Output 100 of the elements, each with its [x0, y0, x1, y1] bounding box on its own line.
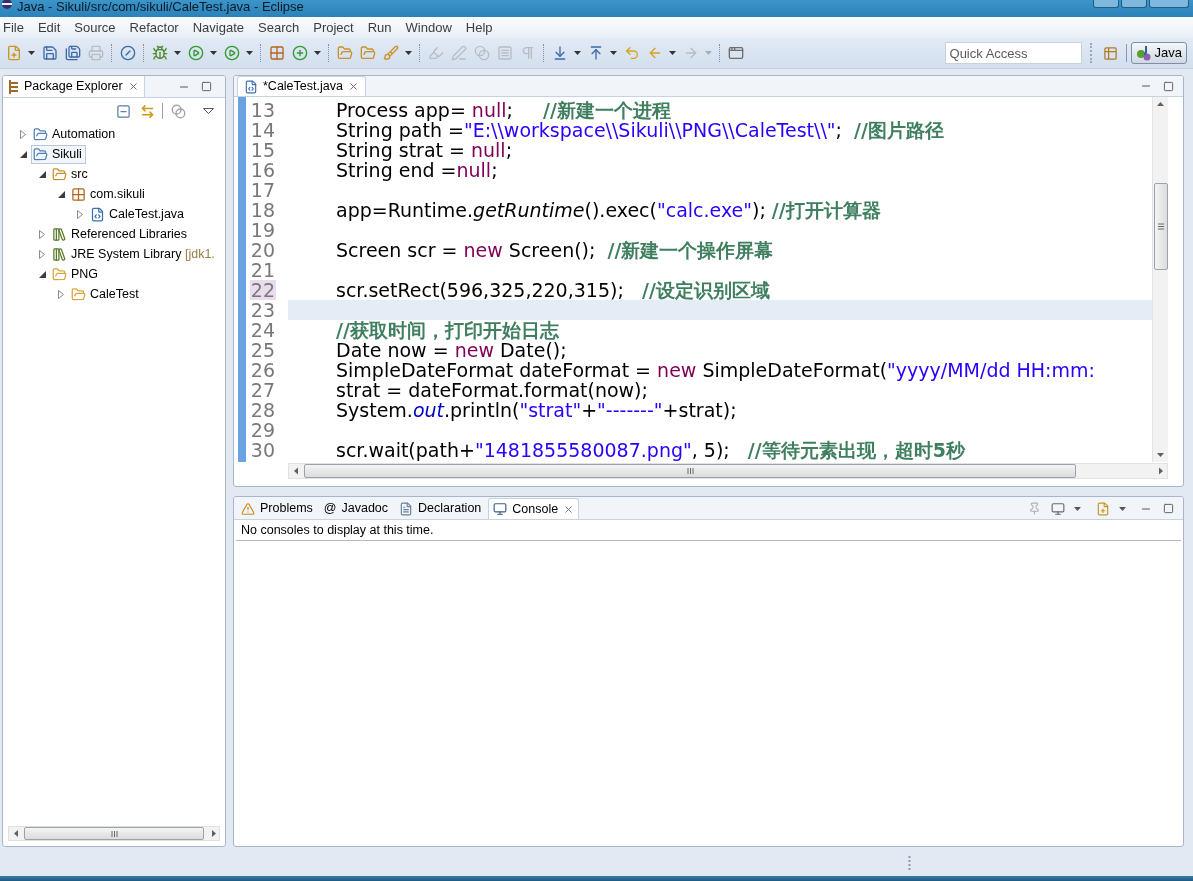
caret-icon	[705, 51, 712, 55]
horizontal-scrollbar[interactable]	[288, 463, 1168, 479]
menu-item[interactable]: Edit	[30, 18, 68, 37]
menu-item[interactable]: Refactor	[122, 18, 186, 37]
line-number: 15	[249, 140, 276, 160]
caret-icon	[246, 51, 253, 55]
view-tab[interactable]: @ Javadoc	[319, 498, 393, 519]
perspective-button[interactable]: Java	[1130, 42, 1187, 64]
quick-access-field[interactable]: Quick Access	[944, 42, 1082, 64]
code-line: scr.wait(path+"1481855580087.png", 5); //等待元素出现，超时5秒	[336, 439, 965, 461]
collapsed-arrow-icon[interactable]	[39, 249, 45, 259]
code-line: Process app= null; //新建一个进程	[336, 99, 671, 121]
window-minimize-button[interactable]	[1093, 0, 1119, 8]
caret-icon	[174, 51, 181, 55]
hierarchy-icon	[8, 79, 19, 94]
pen-icon	[450, 45, 467, 61]
menu-item[interactable]: Help	[458, 18, 500, 37]
close-icon[interactable]	[347, 81, 359, 92]
caret-icon	[314, 51, 321, 55]
view-tab[interactable]: Package Explorer	[3, 76, 145, 97]
toolbar-button[interactable]	[169, 102, 187, 120]
editor-tab[interactable]: *CaleTest.java	[237, 76, 366, 96]
circles-icon	[1135, 45, 1152, 61]
line-number: 18	[249, 200, 276, 220]
line-number: 23	[249, 300, 276, 320]
printer-icon	[87, 45, 104, 61]
view-tab[interactable]: Declaration	[395, 498, 486, 519]
code-line: Date now = new Date();	[336, 339, 567, 361]
tree-item[interactable]: CaleTest.java	[88, 204, 189, 224]
tree-item[interactable]: JRE System Library [jdk1.	[50, 244, 219, 264]
floppy-disks-icon	[64, 45, 81, 61]
monitor-icon	[1051, 501, 1065, 516]
view-tab[interactable]: Console	[488, 498, 580, 519]
expanded-arrow-icon[interactable]	[58, 190, 65, 198]
view-tab[interactable]: Problems	[237, 498, 317, 519]
menu-item[interactable]: Source	[67, 18, 123, 37]
open-folder-icon	[52, 266, 67, 282]
code-file-icon	[90, 206, 105, 222]
expanded-arrow-icon[interactable]	[20, 150, 27, 158]
caret-icon	[574, 51, 581, 55]
maximize-button[interactable]	[1161, 501, 1175, 516]
table-icon	[1103, 45, 1119, 61]
window-close-button[interactable]	[1149, 0, 1189, 8]
grip-icon	[908, 855, 911, 871]
menu-item[interactable]: File	[0, 18, 31, 37]
scrollbar-thumb[interactable]	[304, 464, 1076, 478]
document-icon	[399, 501, 414, 516]
menu-item[interactable]: Project	[306, 18, 361, 37]
maximize-icon	[200, 81, 212, 92]
monitor-icon	[493, 502, 508, 516]
expanded-arrow-icon[interactable]	[39, 170, 46, 178]
code-line: Screen scr = new Screen(); //新建一个操作屏幕	[336, 239, 774, 261]
collapsed-arrow-icon[interactable]	[58, 289, 64, 299]
caret-icon	[210, 51, 217, 55]
close-icon[interactable]	[563, 503, 575, 515]
line-number: 30	[249, 440, 276, 460]
menu-item[interactable]: Search	[251, 18, 307, 37]
maximize-button[interactable]	[1161, 79, 1175, 93]
triangle-icon	[202, 108, 214, 114]
open-folder-icon	[71, 286, 86, 302]
line-number: 28	[249, 400, 276, 420]
line-number: 21	[249, 260, 276, 280]
collapsed-arrow-icon[interactable]	[39, 229, 45, 239]
line-number: 26	[249, 360, 276, 380]
expanded-arrow-icon[interactable]	[39, 270, 46, 278]
tree-item[interactable]: Automation	[31, 124, 120, 144]
tree-item[interactable]: PNG	[50, 264, 103, 284]
tree-item[interactable]: Referenced Libraries	[50, 224, 192, 244]
caret-icon	[28, 51, 35, 55]
tree-item[interactable]: Sikuli	[31, 144, 86, 164]
collapsed-arrow-icon[interactable]	[20, 129, 26, 139]
close-icon[interactable]	[127, 81, 139, 92]
caret-icon	[669, 51, 676, 55]
tree-item[interactable]: src	[50, 164, 92, 184]
code-line: app=Runtime.getRuntime().exec("calc.exe"); //打开计算器	[336, 199, 881, 221]
maximize-icon	[1162, 503, 1174, 514]
scrollbar-thumb[interactable]	[24, 827, 204, 840]
menu-item[interactable]: Navigate	[185, 18, 251, 37]
caret-icon	[1119, 506, 1126, 511]
pin-icon	[1027, 502, 1041, 515]
horizontal-scrollbar[interactable]	[8, 826, 220, 841]
bug-icon	[151, 45, 168, 61]
window-maximize-button[interactable]	[1121, 0, 1147, 8]
maximize-button[interactable]	[199, 79, 213, 94]
menu-item[interactable]: Window	[398, 18, 459, 37]
toolbar-button[interactable]	[114, 102, 132, 120]
line-number: 20	[249, 240, 276, 260]
books-icon	[52, 246, 67, 262]
two-way-arrow-icon	[139, 103, 155, 119]
menu-item[interactable]: Run	[360, 18, 399, 37]
tree-item[interactable]: CaleTest	[69, 284, 143, 304]
right-arrow-icon[interactable]	[209, 827, 219, 840]
caret-icon	[405, 51, 412, 55]
line-number: 16	[249, 160, 276, 180]
line-number: 27	[249, 380, 276, 400]
line-number: 29	[249, 420, 276, 440]
tree-item[interactable]: com.sikuli	[69, 184, 149, 204]
vertical-scrollbar[interactable]	[1152, 97, 1168, 462]
collapsed-arrow-icon[interactable]	[77, 209, 83, 219]
scrollbar-thumb[interactable]	[1153, 183, 1168, 270]
